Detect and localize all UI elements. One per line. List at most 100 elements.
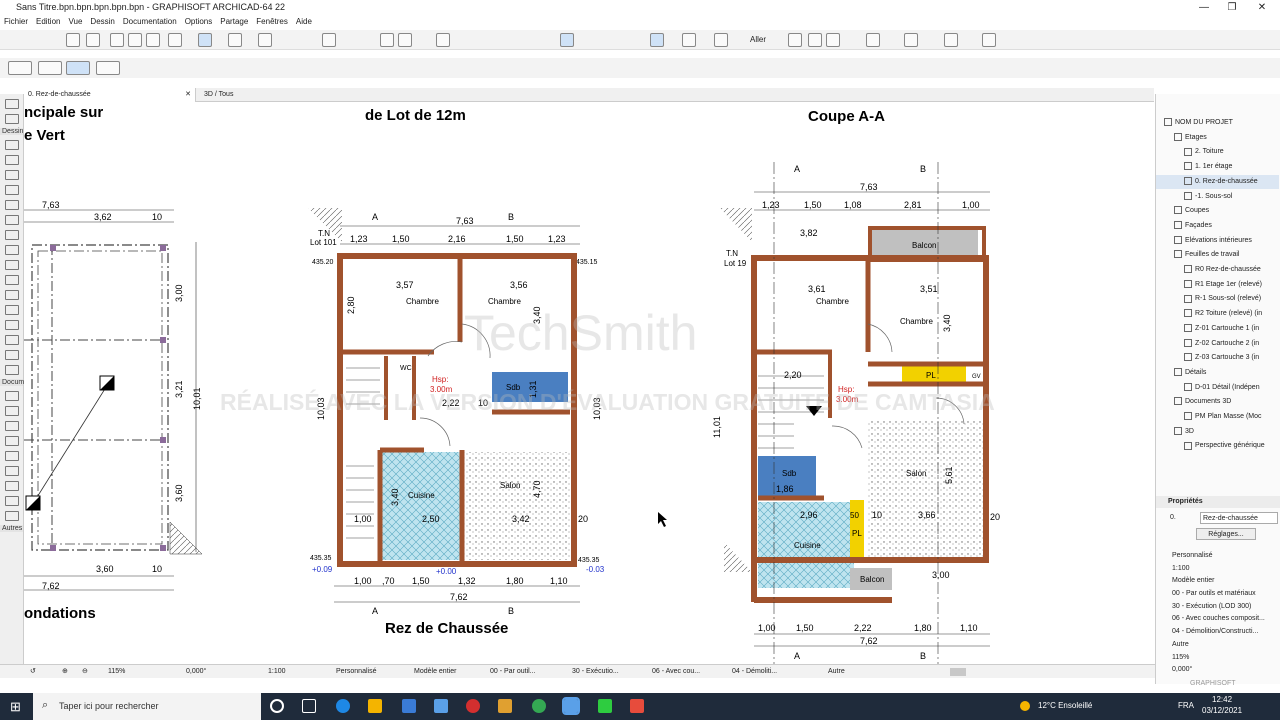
menu-fenetres[interactable]: Fenêtres xyxy=(252,15,292,28)
teamwork-icon[interactable] xyxy=(808,33,822,47)
circle-tool-icon[interactable] xyxy=(5,481,19,491)
property-row[interactable]: Personnalisé xyxy=(1156,550,1280,563)
gear-icon[interactable] xyxy=(982,33,996,47)
zoom-in-icon[interactable]: ⊕ xyxy=(62,665,68,679)
clock-time[interactable]: 12:42 xyxy=(1212,695,1232,704)
tree-item[interactable]: D-01 Détail (Indépen xyxy=(1156,381,1279,395)
archicad-active-icon[interactable] xyxy=(562,697,580,715)
camtasia-icon[interactable] xyxy=(598,699,612,713)
tree-item[interactable]: Façades xyxy=(1156,219,1279,233)
roof-tool-icon[interactable] xyxy=(5,230,19,240)
render-icon[interactable] xyxy=(866,33,880,47)
tree-item[interactable]: Détails xyxy=(1156,366,1279,380)
guide-icon[interactable] xyxy=(198,33,212,47)
property-row[interactable]: 115% xyxy=(1156,652,1280,665)
shell-tool-icon[interactable] xyxy=(5,245,19,255)
property-row[interactable]: 04 - Démolition/Constructi... xyxy=(1156,626,1280,639)
angle-field[interactable]: 0,000° xyxy=(186,665,206,679)
tab-3d[interactable]: 3D / Tous xyxy=(200,88,320,102)
undo-view-icon[interactable]: ↺ xyxy=(30,665,36,679)
curtain-wall-tool-icon[interactable] xyxy=(5,320,19,330)
tree-item[interactable]: Elévations intérieures xyxy=(1156,234,1279,248)
opera-icon[interactable] xyxy=(466,699,480,713)
tree-item[interactable]: Feuilles de travail xyxy=(1156,248,1279,262)
undo-icon[interactable] xyxy=(66,33,80,47)
polygon-mode-icon[interactable] xyxy=(66,61,90,75)
weather-text[interactable]: 12°C Ensoleillé xyxy=(1038,701,1092,710)
other-set[interactable]: Autre xyxy=(828,665,845,679)
view-icon[interactable] xyxy=(398,33,412,47)
beam-tool-icon[interactable] xyxy=(5,200,19,210)
line-tool-icon[interactable] xyxy=(5,466,19,476)
tree-item[interactable]: Etages xyxy=(1156,131,1279,145)
taskbar-search[interactable]: Taper ici pour rechercher xyxy=(33,693,261,720)
mesh-tool-icon[interactable] xyxy=(5,290,19,300)
snap-icon[interactable] xyxy=(228,33,242,47)
tree-item[interactable]: 2. Toiture xyxy=(1156,145,1279,159)
railing-tool-icon[interactable] xyxy=(5,275,19,285)
library-icon[interactable] xyxy=(904,33,918,47)
renovation-set[interactable]: 04 - Démoliti... xyxy=(732,665,777,679)
pen-icon[interactable] xyxy=(146,33,160,47)
tree-item[interactable]: Z-01 Cartouche 1 (in xyxy=(1156,322,1279,336)
marquee-tool-icon[interactable] xyxy=(5,114,19,124)
structure-set[interactable]: 06 - Avec cou... xyxy=(652,665,700,679)
menu-dessin[interactable]: Dessin xyxy=(86,15,118,28)
menu-edition[interactable]: Edition xyxy=(32,15,64,28)
trim-icon[interactable] xyxy=(436,33,450,47)
publish-icon[interactable] xyxy=(826,33,840,47)
pick-icon[interactable] xyxy=(110,33,124,47)
tree-item[interactable]: R-1 Sous-sol (relevé) xyxy=(1156,292,1279,306)
maximize-button[interactable]: ❐ xyxy=(1222,0,1242,15)
tree-item[interactable]: 0. Rez-de-chaussée xyxy=(1156,174,1279,189)
property-row[interactable]: 30 - Exécution (LOD 300) xyxy=(1156,601,1280,614)
text-tool-icon[interactable] xyxy=(5,421,19,431)
layer-combo[interactable]: Personnalisé xyxy=(336,665,376,679)
tree-item[interactable]: NOM DU PROJET xyxy=(1156,116,1279,130)
property-row[interactable]: Autre xyxy=(1156,639,1280,652)
tree-item[interactable]: Z-03 Cartouche 3 (in xyxy=(1156,351,1279,365)
minimize-button[interactable]: — xyxy=(1194,0,1214,15)
selection-mode-icon[interactable] xyxy=(8,61,32,75)
redo-icon[interactable] xyxy=(86,33,100,47)
property-row[interactable]: 1:100 xyxy=(1156,563,1280,576)
tree-item[interactable]: Coupes xyxy=(1156,204,1279,218)
stair-icon[interactable] xyxy=(944,33,958,47)
star-icon[interactable] xyxy=(788,33,802,47)
label-tool-icon[interactable] xyxy=(5,436,19,446)
tree-item[interactable]: -1. Sous-sol xyxy=(1156,190,1279,204)
zone-tool-icon[interactable] xyxy=(5,305,19,315)
properties-name-field[interactable]: Rez-de-chaussée xyxy=(1200,512,1278,524)
mail-icon[interactable] xyxy=(402,699,416,713)
store-icon[interactable] xyxy=(368,699,382,713)
drawing-canvas[interactable]: ncipale sur e Vert 7,63 3,62 10 3,00 3,2… xyxy=(24,102,1154,664)
clock-date[interactable]: 03/12/2021 xyxy=(1202,706,1242,715)
menu-partage[interactable]: Partage xyxy=(216,15,252,28)
inject-icon[interactable] xyxy=(128,33,142,47)
zoom-out-icon[interactable]: ⊖ xyxy=(82,665,88,679)
property-row[interactable]: Modèle entier xyxy=(1156,575,1280,588)
column-tool-icon[interactable] xyxy=(5,185,19,195)
arrow-icon[interactable] xyxy=(168,33,182,47)
tree-item[interactable]: Perspective générique xyxy=(1156,439,1279,453)
menu-aide[interactable]: Aide xyxy=(292,15,316,28)
edge-icon[interactable] xyxy=(336,699,350,713)
explorer-icon[interactable] xyxy=(498,699,512,713)
property-row[interactable]: 0,000° xyxy=(1156,664,1280,677)
chrome-icon[interactable] xyxy=(532,699,546,713)
tree-item[interactable]: R0 Rez-de-chaussée xyxy=(1156,263,1279,277)
task-view-icon[interactable] xyxy=(302,699,316,713)
menu-fichier[interactable]: Fichier xyxy=(0,15,32,28)
drawing-tool-icon[interactable] xyxy=(5,511,19,521)
menu-options[interactable]: Options xyxy=(181,15,217,28)
dimension-tool-icon[interactable] xyxy=(5,391,19,401)
fit-icon[interactable] xyxy=(682,33,696,47)
close-tab-icon[interactable]: ✕ xyxy=(185,88,191,102)
door-tool-icon[interactable] xyxy=(5,155,19,165)
tree-item[interactable]: R2 Toiture (relevé) (in xyxy=(1156,307,1279,321)
wall-tool-icon[interactable] xyxy=(5,140,19,150)
aller-menu[interactable]: Aller xyxy=(750,35,766,44)
tree-item[interactable]: 1. 1er étage xyxy=(1156,160,1279,174)
trace-icon[interactable] xyxy=(322,33,336,47)
layer-icon[interactable] xyxy=(380,33,394,47)
